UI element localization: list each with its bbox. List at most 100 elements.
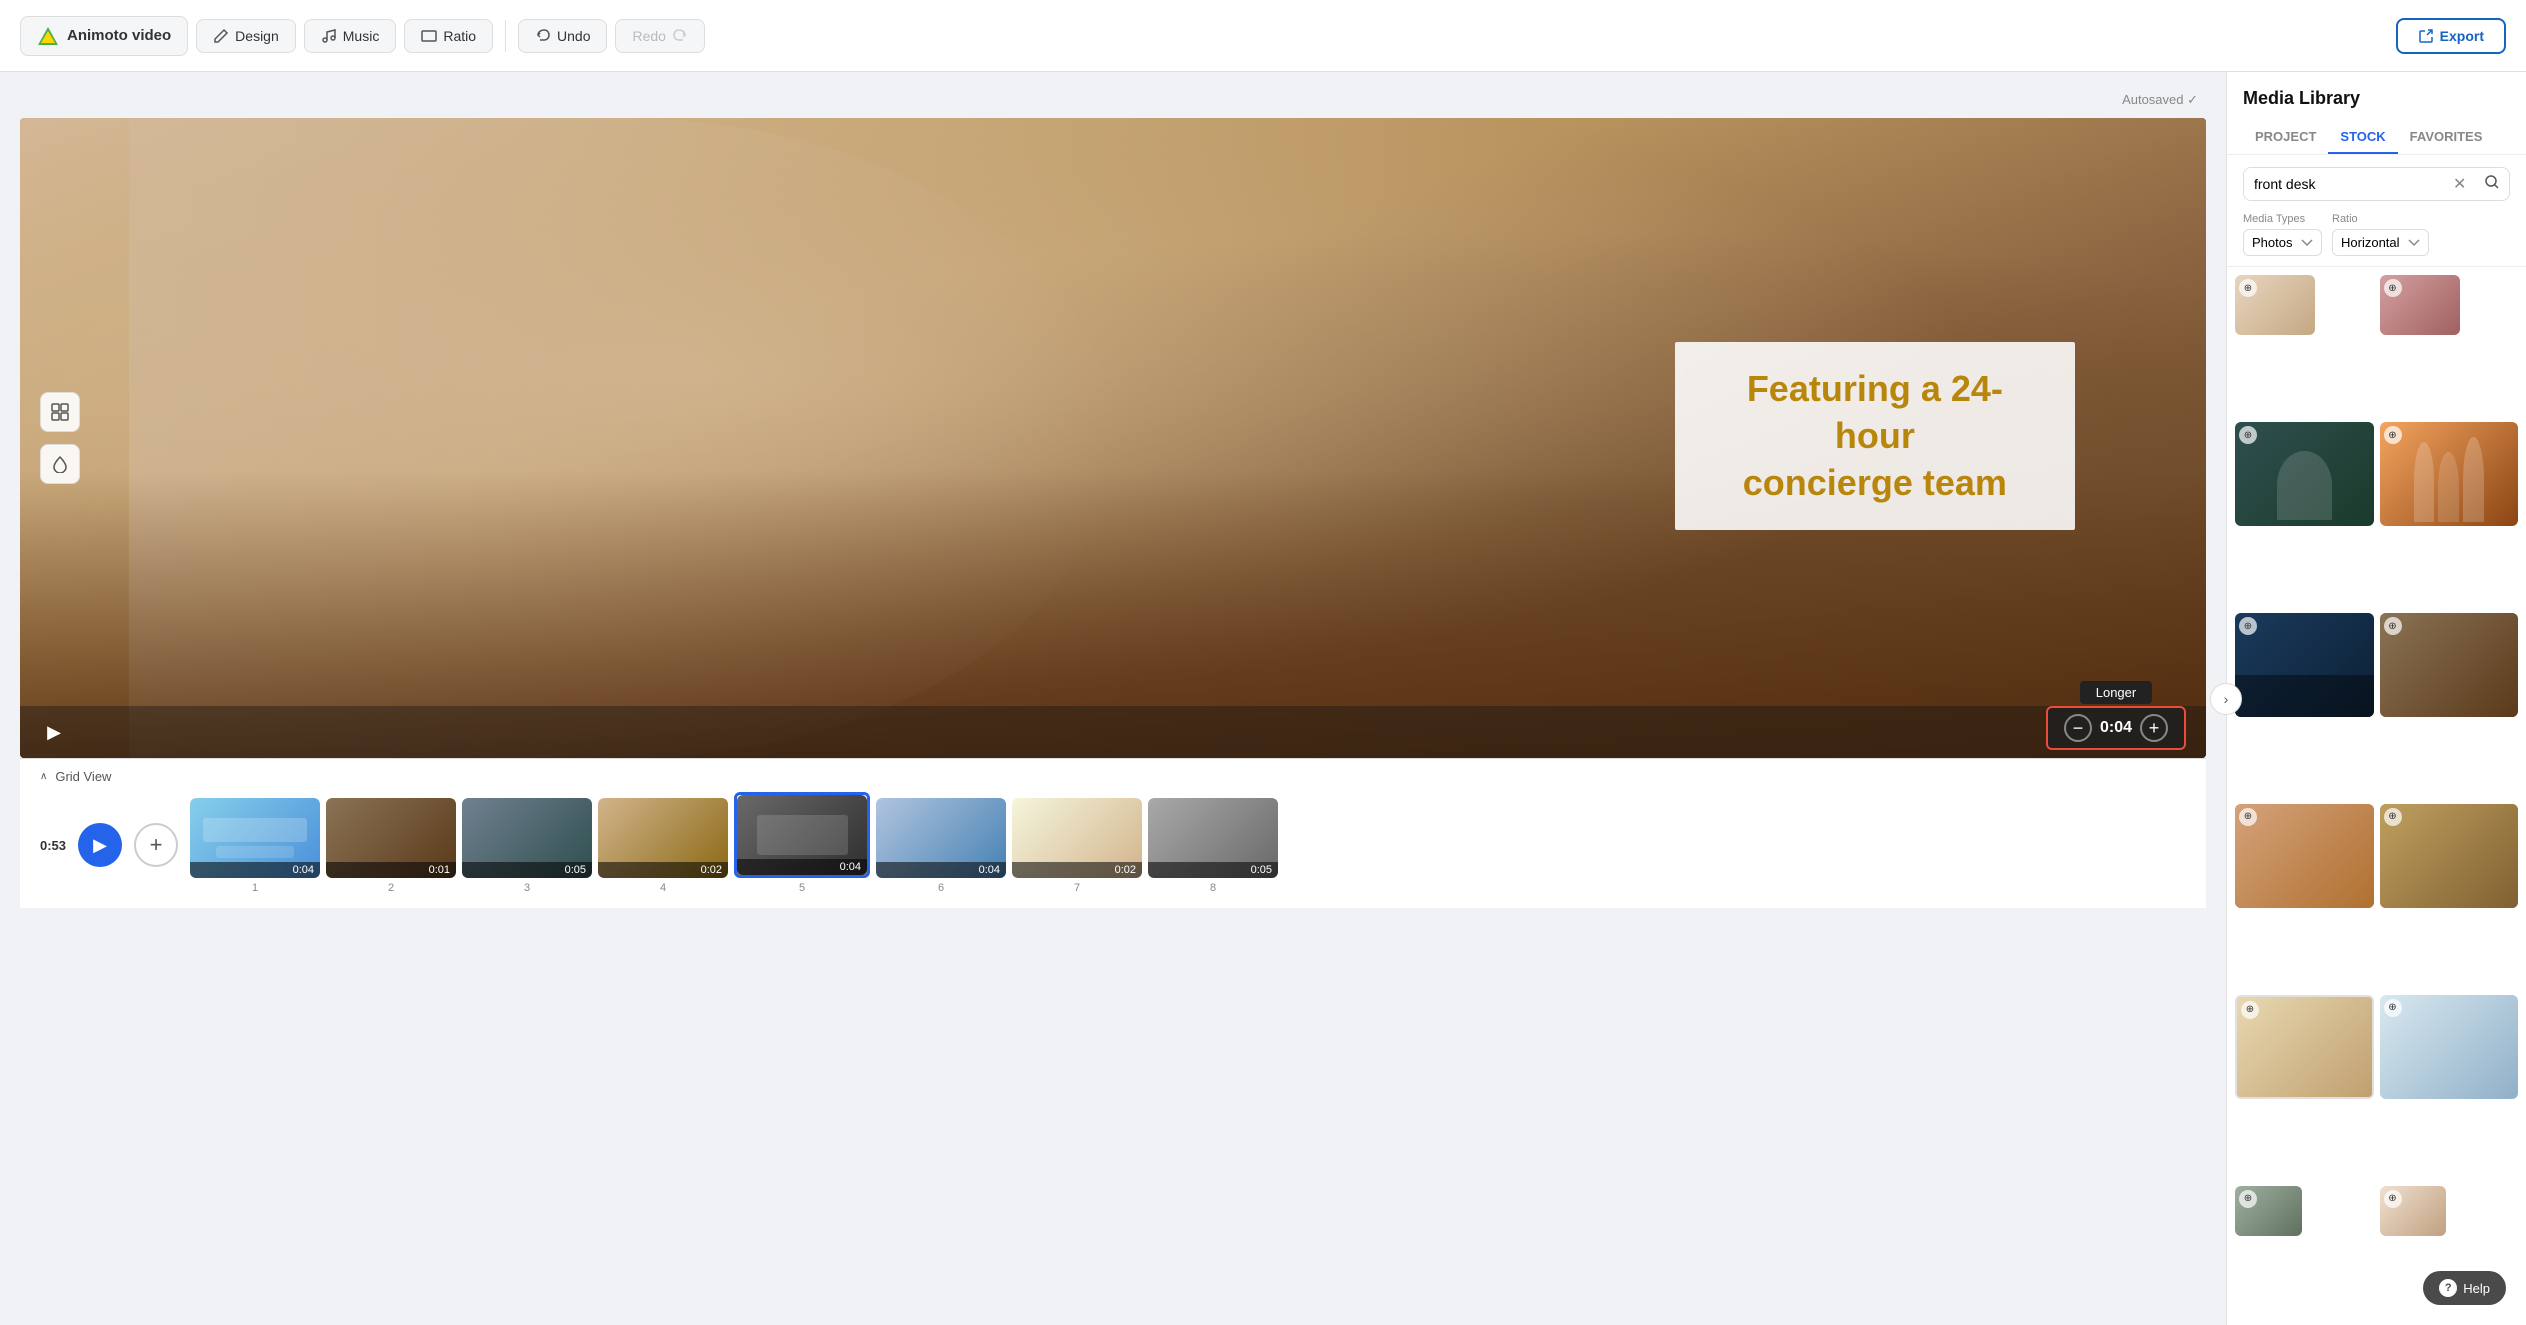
design-button[interactable]: Design <box>196 19 296 53</box>
clip-label-2: 0:01 <box>326 862 456 878</box>
clip-1[interactable]: 0:04 <box>190 798 320 878</box>
clip-5-active[interactable]: 0:04 <box>734 792 870 878</box>
color-drop-icon <box>51 455 69 473</box>
pencil-icon <box>213 28 229 44</box>
grid-view-label: Grid View <box>55 769 111 784</box>
media-item-top-1[interactable]: ⊕ <box>2235 275 2315 335</box>
clip-3[interactable]: 0:05 <box>462 798 592 878</box>
search-submit-button[interactable] <box>2474 174 2510 195</box>
media-search-icon-12: ⊕ <box>2384 1190 2402 1208</box>
play-main-button[interactable]: ▶ <box>78 823 122 867</box>
duration-time: 0:04 <box>2100 719 2132 737</box>
clip-label-8: 0:05 <box>1148 862 1278 878</box>
main-layout: Autosaved ✓ Featuring a 24-hour concierg… <box>0 72 2526 1325</box>
total-time: 0:53 <box>40 838 66 853</box>
media-item-2[interactable]: ⊕ <box>2380 422 2519 526</box>
collapse-sidebar-button[interactable]: › <box>2210 683 2242 715</box>
app-logo-button[interactable]: Animoto video <box>20 16 188 56</box>
clip-label-7: 0:02 <box>1012 862 1142 878</box>
clip-number-1: 1 <box>252 882 258 894</box>
clip-container-7: 0:02 7 <box>1012 798 1142 894</box>
sidebar-tabs: PROJECT STOCK FAVORITES <box>2243 121 2510 154</box>
clip-label-5: 0:04 <box>737 859 867 875</box>
timeline-header: ∧ Grid View <box>40 769 2186 784</box>
clip-container-4: 0:02 4 <box>598 798 728 894</box>
canvas-text-line2: concierge team <box>1743 462 2007 503</box>
media-search-icon-7: ⊕ <box>2239 808 2257 826</box>
media-search-icon-10: ⊕ <box>2384 999 2402 1017</box>
tab-stock[interactable]: STOCK <box>2328 121 2397 154</box>
media-item-top-2[interactable]: ⊕ <box>2380 275 2460 335</box>
clip-label-6: 0:04 <box>876 862 1006 878</box>
tab-favorites[interactable]: FAVORITES <box>2398 121 2495 154</box>
clip-label-1: 0:04 <box>190 862 320 878</box>
media-search-icon-4: ⊕ <box>2384 426 2402 444</box>
media-search-icon-2: ⊕ <box>2384 279 2402 297</box>
media-item-3[interactable]: ⊕ <box>2235 613 2374 717</box>
canvas-bottom-bar: ▶ <box>20 706 2206 758</box>
clip-number-4: 4 <box>660 882 666 894</box>
sidebar-filters: Media Types Photos Videos All Ratio Hori… <box>2227 213 2526 267</box>
media-item-10[interactable]: ⊕ <box>2380 1186 2447 1236</box>
app-name-label: Animoto video <box>67 27 171 44</box>
media-item-6[interactable]: ⊕ <box>2380 804 2519 908</box>
help-label: Help <box>2463 1281 2490 1296</box>
media-search-icon-11: ⊕ <box>2239 1190 2257 1208</box>
clip-number-2: 2 <box>388 882 394 894</box>
ratio-filter: Ratio Horizontal Vertical Square All <box>2332 213 2429 256</box>
sidebar-header: Media Library PROJECT STOCK FAVORITES <box>2227 72 2526 155</box>
help-icon: ? <box>2439 1279 2457 1297</box>
media-item-5[interactable]: ⊕ <box>2235 804 2374 908</box>
clip-2[interactable]: 0:01 <box>326 798 456 878</box>
media-types-select[interactable]: Photos Videos All <box>2243 229 2322 256</box>
chevron-up-icon: ∧ <box>40 771 47 782</box>
media-search-icon-3: ⊕ <box>2239 426 2257 444</box>
music-button[interactable]: Music <box>304 19 397 53</box>
media-types-filter: Media Types Photos Videos All <box>2243 213 2322 256</box>
media-item-7[interactable]: ⊕ <box>2235 995 2374 1099</box>
export-button[interactable]: Export <box>2396 18 2506 54</box>
help-button[interactable]: ? Help <box>2423 1271 2506 1305</box>
ratio-icon <box>421 28 437 44</box>
sidebar-title-row: Media Library <box>2243 88 2510 121</box>
duration-increase-button[interactable]: + <box>2140 714 2168 742</box>
autosaved-bar: Autosaved ✓ <box>20 92 2206 108</box>
clip-label-3: 0:05 <box>462 862 592 878</box>
media-types-label: Media Types <box>2243 213 2322 225</box>
undo-label: Undo <box>557 28 590 44</box>
media-item-9[interactable]: ⊕ <box>2235 1186 2302 1236</box>
media-search-icon-6: ⊕ <box>2384 617 2402 635</box>
layout-icon-button[interactable] <box>40 392 80 432</box>
media-search-icon-9: ⊕ <box>2241 1001 2259 1019</box>
canvas-area: Autosaved ✓ Featuring a 24-hour concierg… <box>0 72 2226 1325</box>
clip-number-6: 6 <box>938 882 944 894</box>
clip-container-6: 0:04 6 <box>876 798 1006 894</box>
clip-container-2: 0:01 2 <box>326 798 456 894</box>
clip-6[interactable]: 0:04 <box>876 798 1006 878</box>
redo-label: Redo <box>632 28 665 44</box>
search-input[interactable] <box>2244 168 2445 200</box>
media-item-4[interactable]: ⊕ <box>2380 613 2519 717</box>
time-display: 0:53 <box>40 838 66 853</box>
tab-project[interactable]: PROJECT <box>2243 121 2328 154</box>
redo-button[interactable]: Redo <box>615 19 704 53</box>
ratio-button[interactable]: Ratio <box>404 19 493 53</box>
canvas-play-button[interactable]: ▶ <box>40 718 68 746</box>
media-item-1[interactable]: ⊕ <box>2235 422 2374 526</box>
color-drop-button[interactable] <box>40 444 80 484</box>
clip-container-1: 0:04 1 <box>190 798 320 894</box>
export-icon <box>2418 28 2434 44</box>
clip-8[interactable]: 0:05 <box>1148 798 1278 878</box>
redo-icon <box>672 28 688 44</box>
clip-4[interactable]: 0:02 <box>598 798 728 878</box>
ratio-label: Ratio <box>443 28 476 44</box>
longer-badge: Longer <box>2080 681 2152 704</box>
ratio-select[interactable]: Horizontal Vertical Square All <box>2332 229 2429 256</box>
search-clear-button[interactable]: ✕ <box>2445 174 2474 194</box>
undo-button[interactable]: Undo <box>518 19 607 53</box>
add-clip-button[interactable]: + <box>134 823 178 867</box>
duration-decrease-button[interactable]: − <box>2064 714 2092 742</box>
media-item-8[interactable]: ⊕ <box>2380 995 2519 1099</box>
media-search-icon-1: ⊕ <box>2239 279 2257 297</box>
clip-7[interactable]: 0:02 <box>1012 798 1142 878</box>
